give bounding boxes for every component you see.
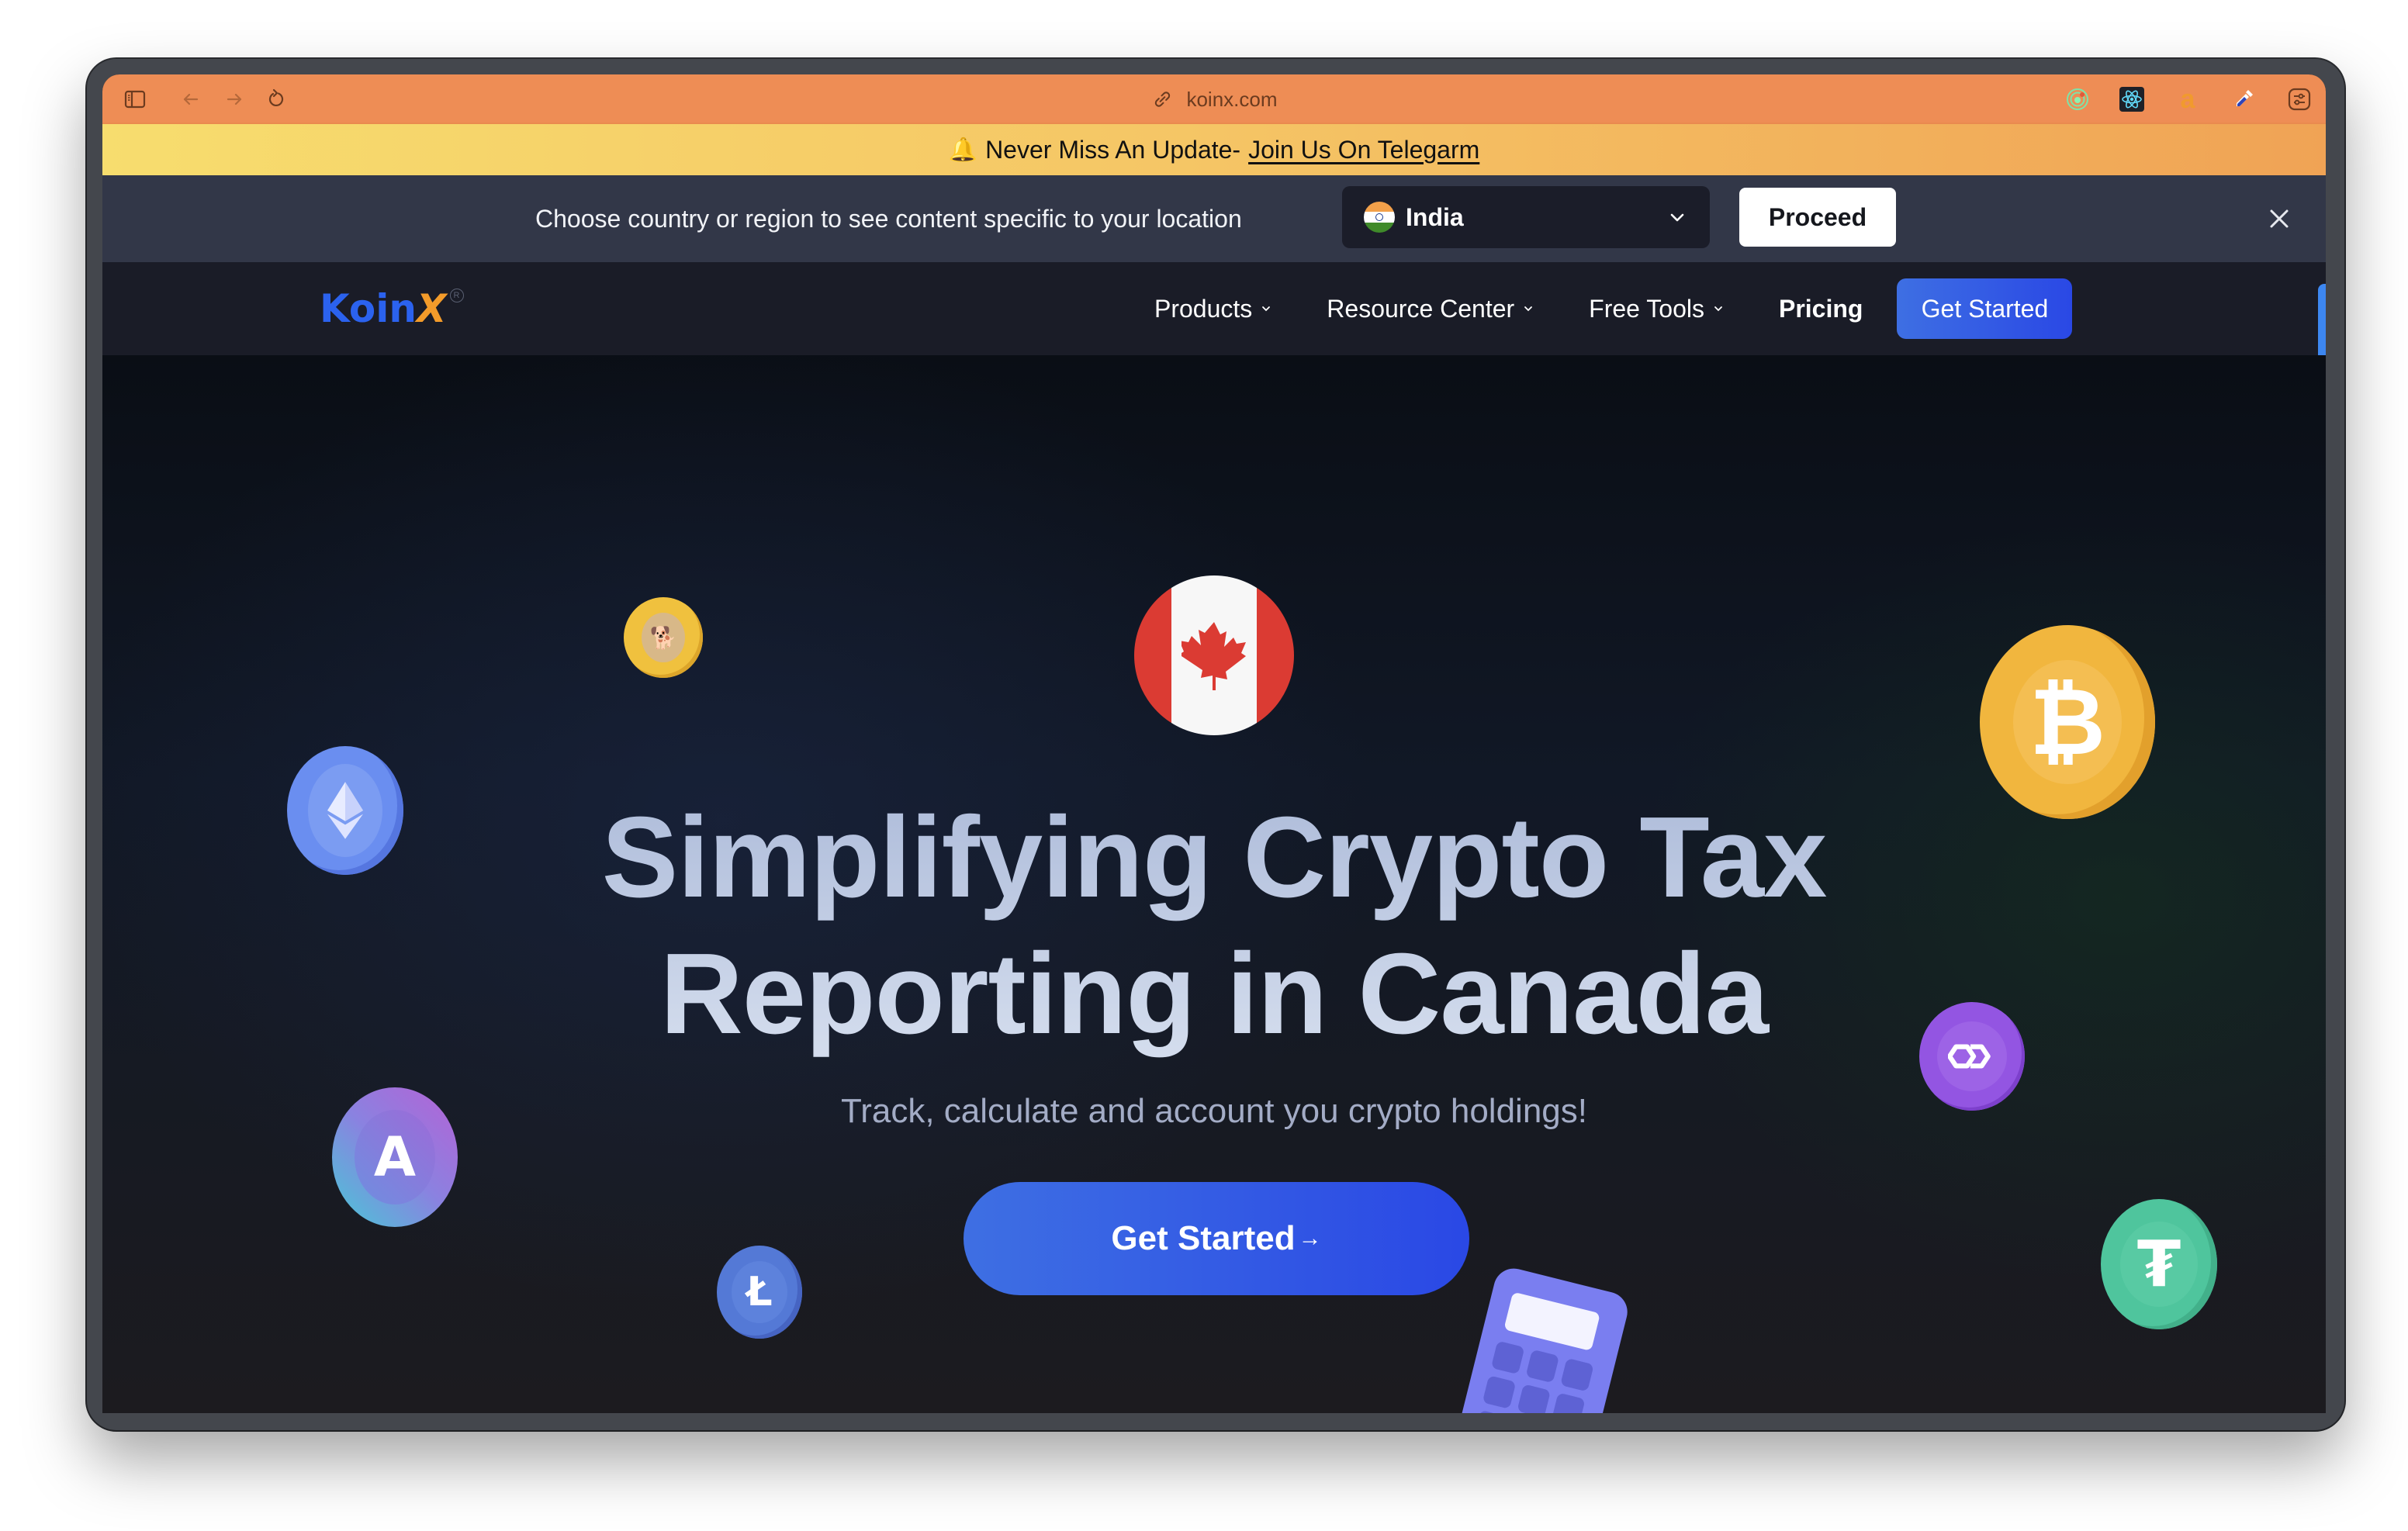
- browser-window-frame: koinx.com a 🔔 Never Miss An Update- Join…: [87, 59, 2344, 1430]
- logo-primary: Koin: [320, 286, 417, 331]
- nav-free-tools[interactable]: Free Tools: [1589, 295, 1725, 323]
- hero-section: 🐕 ₿ A Ł ₮ Simplifying Crypto Tax Reporti…: [102, 355, 2326, 1413]
- logo-accent: X: [416, 286, 447, 331]
- tether-coin-icon: ₮: [2101, 1199, 2217, 1329]
- chevron-down-icon: [1670, 213, 1684, 222]
- chevron-down-icon: [1524, 306, 1533, 312]
- arrow-right-icon: →: [1298, 1225, 1322, 1251]
- nav-resource-center[interactable]: Resource Center: [1327, 295, 1534, 323]
- browser-toolbar: koinx.com a: [102, 74, 2326, 124]
- settings-sliders-icon[interactable]: [2287, 87, 2312, 112]
- india-flag-icon: [1364, 202, 1395, 233]
- litecoin-coin-icon: Ł: [717, 1246, 802, 1339]
- hero-headline: Simplifying Crypto Tax Reporting in Cana…: [102, 790, 2326, 1063]
- hero-subheadline: Track, calculate and account you crypto …: [840, 1092, 1587, 1130]
- koinx-logo[interactable]: Koin X R: [320, 284, 464, 334]
- telegram-promo-banner: 🔔 Never Miss An Update- Join Us On Teleg…: [102, 124, 2326, 175]
- url-text: koinx.com: [1186, 87, 1278, 111]
- amazon-extension-icon[interactable]: a: [2175, 85, 2200, 114]
- close-icon[interactable]: [2264, 203, 2295, 234]
- proceed-button[interactable]: Proceed: [1739, 188, 1896, 247]
- maple-leaf-icon: [1182, 622, 1246, 690]
- region-message: Choose country or region to see content …: [535, 204, 1242, 233]
- chevron-down-icon: [1714, 306, 1722, 312]
- hero-cta-label: Get Started: [1111, 1219, 1296, 1257]
- nav-products[interactable]: Products: [1154, 295, 1272, 323]
- nav-links: Products Resource Center Free Tools Pric…: [1154, 262, 2073, 355]
- nav-free-tools-label: Free Tools: [1589, 294, 1704, 323]
- scrollbar-thumb[interactable]: [2318, 284, 2326, 361]
- nav-pricing[interactable]: Pricing: [1779, 295, 1863, 323]
- forward-icon[interactable]: [222, 87, 247, 112]
- registered-mark: R: [449, 289, 464, 302]
- hero-get-started-button[interactable]: Get Started →: [964, 1182, 1469, 1295]
- back-icon[interactable]: [178, 87, 203, 112]
- browser-screen: koinx.com a 🔔 Never Miss An Update- Join…: [102, 74, 2326, 1413]
- main-navbar: Koin X R Products Resource Center Free T…: [102, 262, 2326, 355]
- sidebar-icon[interactable]: [123, 87, 147, 112]
- region-selector-bar: Choose country or region to see content …: [102, 175, 2326, 262]
- tether-symbol: ₮: [2120, 1222, 2198, 1307]
- headline-line-2: Reporting in Canada: [659, 930, 1769, 1058]
- chevron-down-icon: [1262, 306, 1271, 312]
- calculator-icon: [1455, 1264, 1632, 1413]
- reload-icon[interactable]: [264, 87, 289, 112]
- country-select[interactable]: India: [1342, 186, 1710, 248]
- nav-products-label: Products: [1154, 294, 1253, 323]
- address-bar[interactable]: koinx.com: [1150, 74, 1278, 124]
- nav-get-started-button[interactable]: Get Started: [1897, 278, 2073, 339]
- react-devtools-icon[interactable]: [2119, 87, 2144, 112]
- selected-country: India: [1406, 202, 1464, 231]
- promo-text: Never Miss An Update-: [985, 135, 1241, 164]
- headline-line-1: Simplifying Crypto Tax: [601, 793, 1827, 921]
- telegram-link[interactable]: Join Us On Telegarm: [1248, 136, 1479, 164]
- radar-extension-icon[interactable]: [2065, 87, 2090, 112]
- nav-resource-center-label: Resource Center: [1327, 294, 1515, 323]
- bell-icon: 🔔: [948, 137, 978, 163]
- canada-flag-icon: [1134, 575, 1294, 735]
- dogecoin-icon: 🐕: [624, 597, 703, 678]
- bitcoin-symbol: ₿: [2013, 660, 2122, 784]
- eyedropper-extension-icon[interactable]: [2231, 87, 2256, 112]
- litecoin-symbol: Ł: [732, 1261, 787, 1323]
- link-icon: [1154, 92, 1171, 107]
- nav-pricing-label: Pricing: [1778, 294, 1863, 323]
